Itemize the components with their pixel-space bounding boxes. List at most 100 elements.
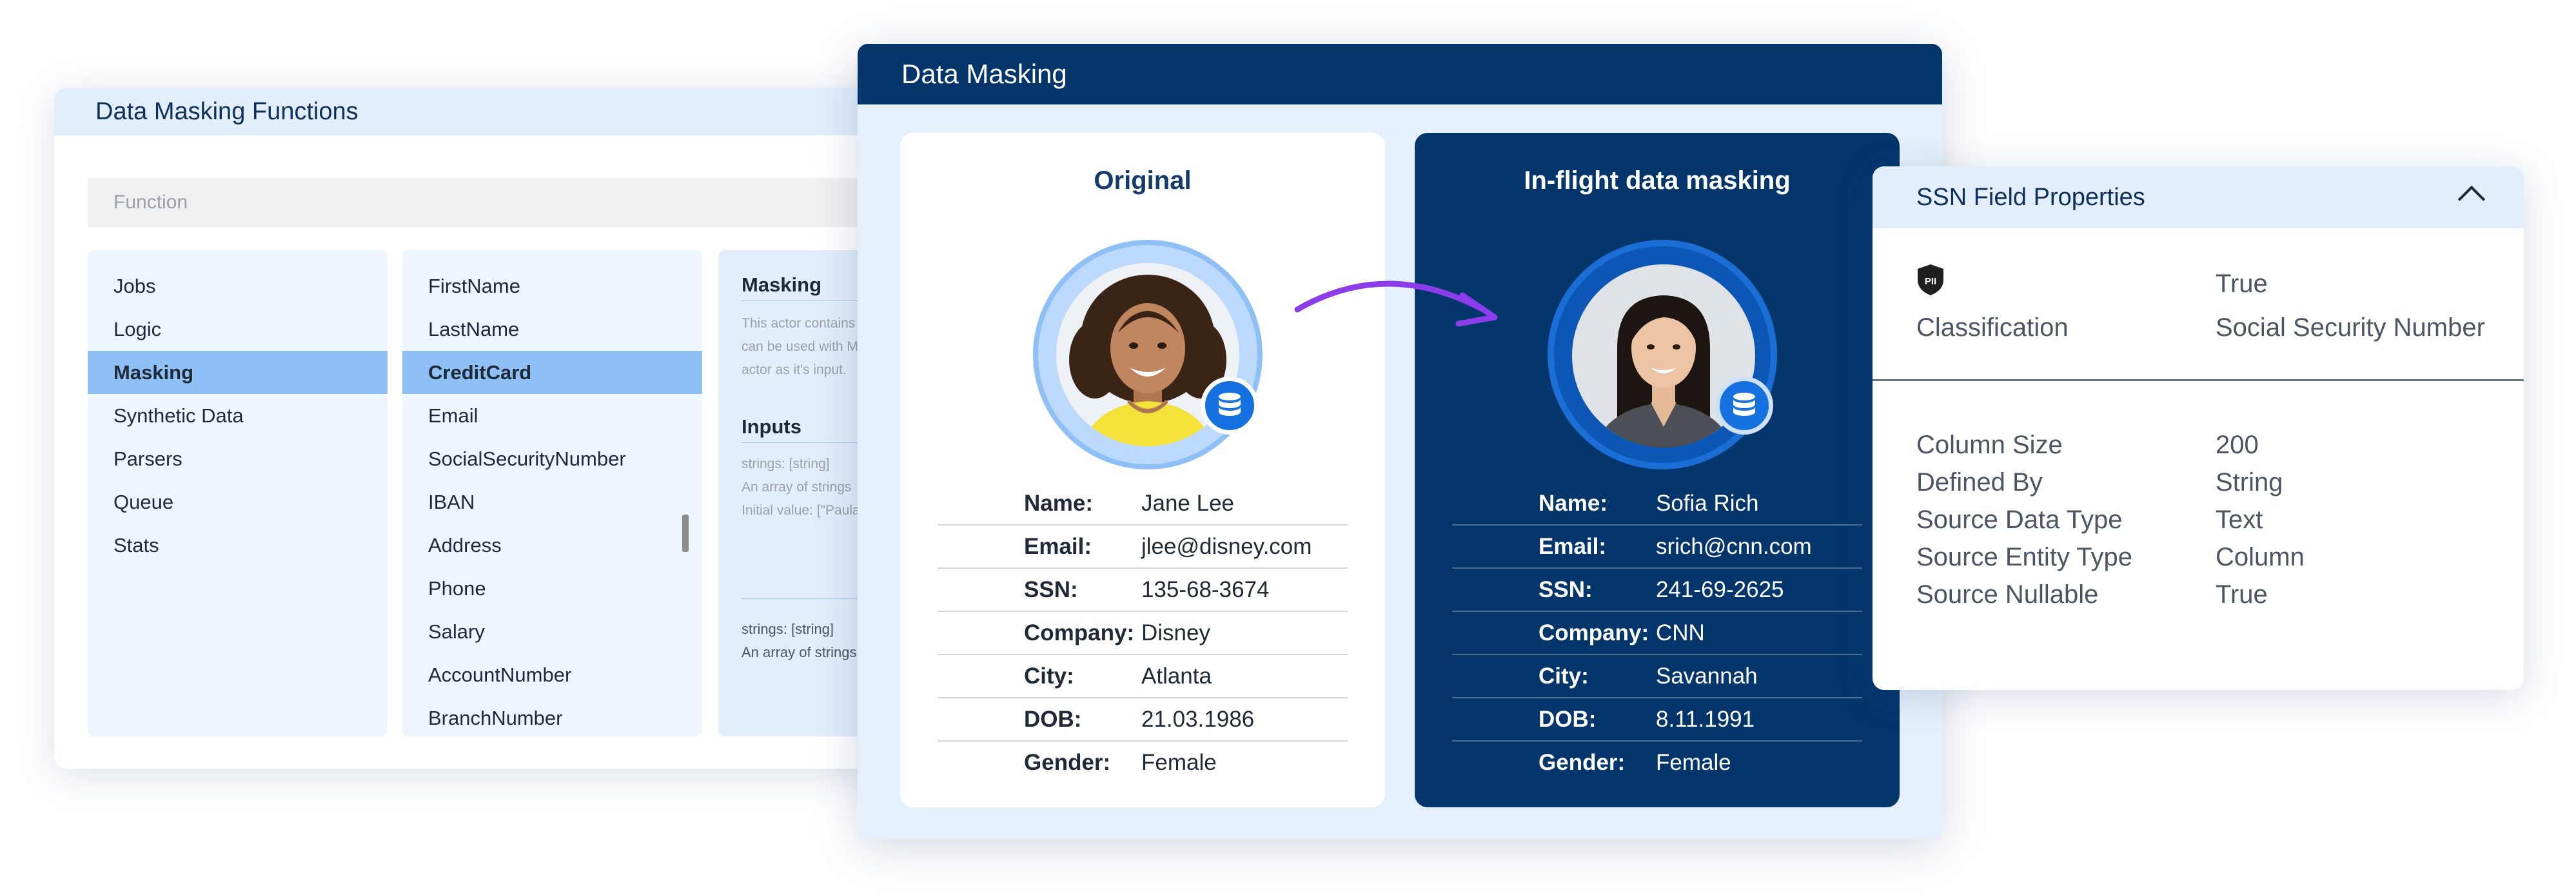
field-row: SSN: 241-69-2625 [1452, 569, 1862, 612]
field-row: Name: Jane Lee [938, 482, 1348, 526]
category-item-queue[interactable]: Queue [88, 480, 388, 524]
category-item-parsers[interactable]: Parsers [88, 437, 388, 480]
function-item-firstname[interactable]: FirstName [402, 264, 702, 308]
input-line: strings: [string] [742, 621, 834, 637]
function-item-creditcard[interactable]: CreditCard [402, 351, 702, 394]
field-row: Name: Sofia Rich [1452, 482, 1862, 526]
ssn-field-properties-panel: SSN Field Properties PII True Classifica… [1873, 166, 2524, 690]
category-item-masking[interactable]: Masking [88, 351, 388, 394]
function-search-input[interactable]: Function [88, 178, 957, 227]
property-value: Column [2216, 543, 2305, 571]
properties-divider [1873, 379, 2524, 381]
pii-shield-icon: PII [1915, 263, 1946, 297]
property-label: Defined By [1916, 468, 2043, 497]
function-item-accountnumber[interactable]: AccountNumber [402, 653, 702, 696]
function-item-address[interactable]: Address [402, 524, 702, 567]
field-value: Disney [1141, 620, 1210, 645]
masked-fields: Name: Sofia Rich Email: srich@cnn.com SSN:… [1452, 482, 1862, 783]
field-value: Sofia Rich [1656, 490, 1759, 516]
field-label: Company: [1539, 620, 1649, 645]
function-list-scrollbar[interactable] [682, 515, 689, 552]
classification-label: Classification [1916, 313, 2069, 342]
field-value: 241-69-2625 [1656, 576, 1784, 602]
detail-description-line: This actor contains [742, 316, 856, 331]
field-value: 135-68-3674 [1141, 576, 1270, 602]
masked-card-title: In-flight data masking [1524, 166, 1791, 195]
field-label: SSN: [1539, 576, 1593, 602]
functions-panel-title: Data Masking Functions [54, 88, 957, 135]
field-label: City: [1539, 663, 1589, 689]
category-list: Jobs Logic Masking Synthetic Data Parser… [88, 250, 388, 736]
detail-description-line: can be used with M [742, 339, 858, 354]
function-item-salary[interactable]: Salary [402, 610, 702, 653]
input-line: strings: [string] [742, 457, 830, 471]
property-value: True [2216, 580, 2268, 609]
database-icon [1715, 377, 1773, 435]
curved-arrow-icon [1294, 280, 1498, 327]
input-line: An array of strings [742, 480, 852, 495]
category-item-jobs[interactable]: Jobs [88, 264, 388, 308]
detail-description-line: actor as it's input. [742, 362, 847, 377]
property-label: Source Data Type [1916, 506, 2123, 534]
field-label: Gender: [1024, 749, 1111, 775]
field-value: 21.03.1986 [1141, 706, 1255, 732]
chevron-up-icon[interactable] [2457, 185, 2486, 213]
classification-flag: True [2216, 270, 2268, 298]
field-value: Female [1141, 749, 1217, 775]
field-value: Jane Lee [1141, 490, 1235, 516]
property-label: Source Nullable [1916, 580, 2099, 609]
inputs-heading: Inputs [742, 415, 801, 438]
database-icon [1201, 377, 1259, 435]
input-line: An array of strings [742, 644, 857, 660]
category-item-synthetic-data[interactable]: Synthetic Data [88, 394, 388, 437]
field-row: Gender: Female [938, 742, 1348, 783]
masking-panel-title: Data Masking [858, 44, 1942, 104]
field-value: srich@cnn.com [1656, 533, 1812, 559]
field-label: Email: [1539, 533, 1607, 559]
function-item-ssn[interactable]: SocialSecurityNumber [402, 437, 702, 480]
field-row: City: Savannah [1452, 655, 1862, 698]
field-label: DOB: [1539, 706, 1597, 732]
field-row: Email: jlee@disney.com [938, 526, 1348, 569]
avatar-ring [1548, 240, 1777, 469]
field-value: Savannah [1656, 663, 1758, 689]
field-label: Name: [1539, 490, 1608, 516]
ssn-panel-title: SSN Field Properties [1916, 183, 2145, 211]
field-label: City: [1024, 663, 1074, 689]
field-value: CNN [1656, 620, 1705, 645]
field-row: DOB: 8.11.1991 [1452, 698, 1862, 742]
field-label: SSN: [1024, 576, 1078, 602]
function-item-email[interactable]: Email [402, 394, 702, 437]
data-masking-functions-panel: Data Masking Functions Function Jobs Log… [54, 88, 957, 769]
original-card-title: Original [1094, 166, 1192, 195]
field-row: Company: Disney [938, 612, 1348, 655]
function-item-lastname[interactable]: LastName [402, 308, 702, 351]
field-value: 8.11.1991 [1656, 706, 1755, 732]
field-row: City: Atlanta [938, 655, 1348, 698]
function-item-phone[interactable]: Phone [402, 567, 702, 610]
field-row: Email: srich@cnn.com [1452, 526, 1862, 569]
data-masking-panel: Data Masking Original Name: Jane Lee Ema… [858, 44, 1942, 840]
property-value: String [2216, 468, 2283, 497]
property-label: Column Size [1916, 431, 2063, 459]
ssn-panel-header[interactable]: SSN Field Properties [1873, 166, 2524, 228]
masked-record-card: In-flight data masking Name: Sofia Rich … [1415, 133, 1900, 807]
function-item-iban[interactable]: IBAN [402, 480, 702, 524]
field-label: Email: [1024, 533, 1092, 559]
original-fields: Name: Jane Lee Email: jlee@disney.com SSN:… [938, 482, 1348, 783]
function-item-branchnumber[interactable]: BranchNumber [402, 696, 702, 736]
property-label: Source Entity Type [1916, 543, 2132, 571]
category-item-stats[interactable]: Stats [88, 524, 388, 567]
property-value: Text [2216, 506, 2263, 534]
function-list: FirstName LastName CreditCard Email Soci… [402, 250, 702, 736]
classification-value: Social Security Number [2216, 313, 2485, 342]
field-value: Atlanta [1141, 663, 1212, 689]
pii-icon-label: PII [1925, 276, 1936, 287]
category-item-logic[interactable]: Logic [88, 308, 388, 351]
field-row: SSN: 135-68-3674 [938, 569, 1348, 612]
field-label: DOB: [1024, 706, 1082, 732]
avatar-ring [1033, 240, 1263, 469]
original-record-card: Original Name: Jane Lee Email: jlee@disn… [900, 133, 1385, 807]
field-row: Gender: Female [1452, 742, 1862, 783]
field-label: Gender: [1539, 749, 1626, 775]
